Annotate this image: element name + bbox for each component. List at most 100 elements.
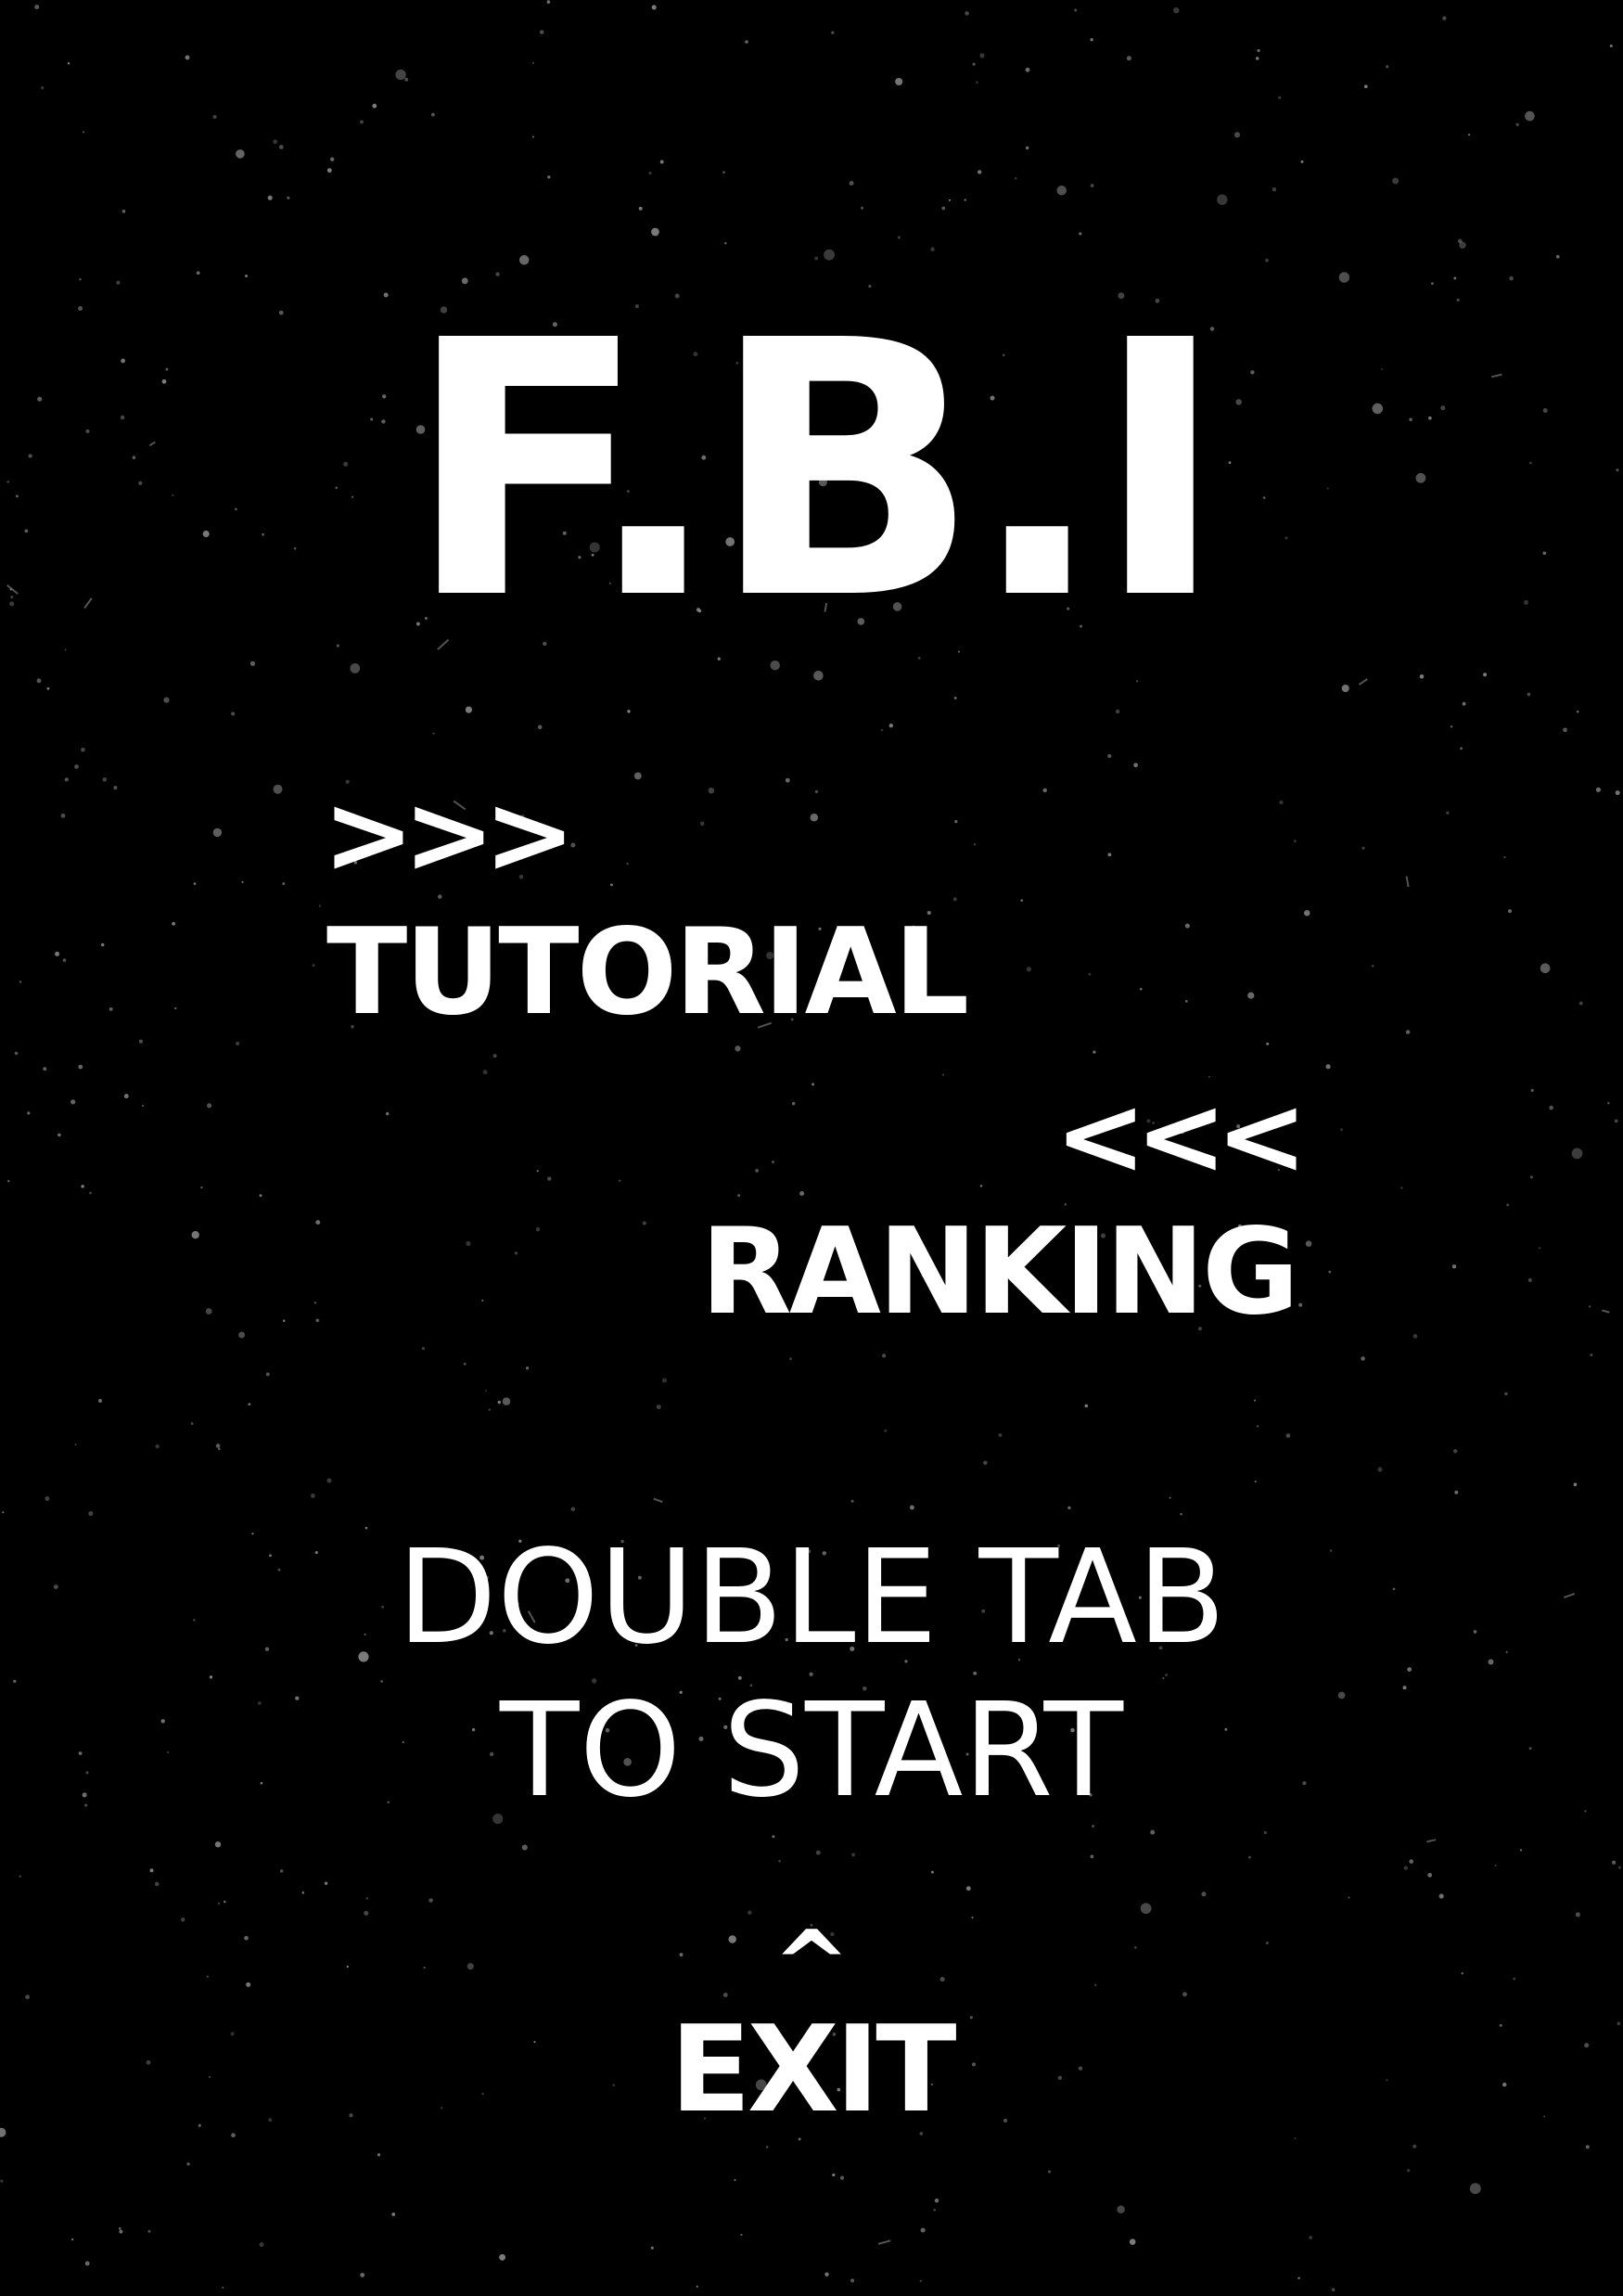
star-speck bbox=[1590, 1353, 1593, 1357]
star-speck bbox=[735, 1045, 741, 1052]
star-speck bbox=[619, 1179, 621, 1182]
star-speck bbox=[909, 1505, 914, 1510]
star-speck bbox=[1609, 44, 1613, 48]
star-speck bbox=[1576, 710, 1579, 713]
exit-option[interactable]: EXIT bbox=[0, 2011, 1623, 2130]
star-speck bbox=[36, 678, 42, 684]
star-speck bbox=[965, 11, 969, 16]
star-speck bbox=[482, 1070, 488, 1075]
star-speck bbox=[1117, 2205, 1125, 2214]
star-streak bbox=[1426, 1839, 1437, 1843]
star-speck bbox=[1341, 684, 1349, 693]
star-speck bbox=[1079, 232, 1082, 236]
star-speck bbox=[1377, 1467, 1383, 1472]
star-speck bbox=[364, 1910, 369, 1916]
start-prompt[interactable]: DOUBLE TAB TO START bbox=[0, 1521, 1623, 1828]
star-speck bbox=[1201, 1892, 1207, 1897]
star-speck bbox=[67, 61, 70, 65]
star-speck bbox=[1014, 176, 1017, 180]
star-speck bbox=[1361, 846, 1365, 850]
star-speck bbox=[1371, 964, 1374, 968]
star-speck bbox=[1254, 1481, 1257, 1483]
star-speck bbox=[1453, 276, 1457, 280]
star-speck bbox=[1305, 1240, 1312, 1248]
star-speck bbox=[185, 55, 190, 60]
star-streak bbox=[1405, 876, 1410, 888]
star-speck bbox=[273, 139, 278, 145]
star-speck bbox=[747, 1910, 752, 1916]
star-speck bbox=[948, 199, 952, 201]
star-speck bbox=[1427, 1872, 1433, 1878]
star-speck bbox=[463, 1362, 466, 1366]
star-speck bbox=[1184, 999, 1188, 1003]
star-speck bbox=[315, 1220, 321, 1225]
star-speck bbox=[609, 883, 613, 887]
star-speck bbox=[1506, 1203, 1510, 1207]
star-speck bbox=[978, 170, 982, 174]
star-speck bbox=[395, 69, 406, 81]
star-speck bbox=[570, 842, 576, 848]
star-speck bbox=[141, 1104, 145, 1108]
star-speck bbox=[1247, 992, 1255, 999]
star-speck bbox=[651, 227, 659, 237]
star-speck bbox=[941, 206, 946, 211]
star-speck bbox=[1615, 790, 1620, 796]
star-speck bbox=[514, 1251, 518, 1255]
star-speck bbox=[1494, 1864, 1497, 1866]
star-speck bbox=[849, 181, 854, 186]
star-speck bbox=[481, 1299, 484, 1302]
star-speck bbox=[431, 112, 435, 117]
star-speck bbox=[1405, 1030, 1411, 1034]
star-speck bbox=[1135, 680, 1139, 683]
star-speck bbox=[386, 1111, 390, 1116]
star-speck bbox=[810, 814, 819, 822]
star-speck bbox=[815, 1850, 821, 1855]
star-speck bbox=[1454, 1490, 1459, 1494]
star-speck bbox=[1074, 8, 1078, 12]
tutorial-option[interactable]: TUTORIAL bbox=[326, 914, 969, 1033]
star-speck bbox=[1180, 1513, 1182, 1516]
star-speck bbox=[648, 171, 652, 175]
star-speck bbox=[745, 40, 748, 44]
star-speck bbox=[1133, 763, 1138, 768]
star-speck bbox=[236, 149, 245, 159]
star-speck bbox=[785, 777, 790, 783]
star-speck bbox=[1457, 238, 1463, 244]
star-speck bbox=[1392, 177, 1399, 185]
star-speck bbox=[58, 1133, 61, 1137]
game-start-screen[interactable]: F.B.I >>> TUTORIAL <<< RANKING DOUBLE TA… bbox=[0, 0, 1623, 2296]
star-speck bbox=[1460, 747, 1463, 750]
star-speck bbox=[1328, 1270, 1332, 1274]
star-speck bbox=[983, 1460, 988, 1466]
star-speck bbox=[1184, 923, 1190, 929]
ranking-option[interactable]: RANKING bbox=[700, 1213, 1299, 1332]
star-speck bbox=[1527, 692, 1531, 697]
star-speck bbox=[626, 863, 629, 866]
star-speck bbox=[1139, 987, 1143, 991]
star-speck bbox=[391, 2213, 396, 2216]
star-speck bbox=[1419, 674, 1425, 679]
star-speck bbox=[492, 1054, 497, 1058]
star-speck bbox=[973, 843, 977, 846]
star-speck bbox=[1549, 1105, 1553, 1110]
star-speck bbox=[884, 1429, 888, 1432]
star-speck bbox=[547, 175, 551, 179]
star-speck bbox=[979, 53, 985, 58]
star-speck bbox=[933, 2208, 937, 2212]
star-speck bbox=[301, 1892, 305, 1894]
star-speck bbox=[186, 2162, 190, 2166]
star-speck bbox=[1084, 1404, 1089, 1408]
star-speck bbox=[60, 813, 66, 818]
star-speck bbox=[265, 1372, 270, 1377]
star-speck bbox=[965, 1886, 971, 1892]
star-speck bbox=[1403, 1866, 1408, 1870]
star-speck bbox=[888, 724, 893, 728]
star-speck bbox=[249, 661, 256, 666]
star-speck bbox=[1300, 160, 1304, 163]
star-speck bbox=[766, 2146, 769, 2148]
star-speck bbox=[287, 196, 290, 199]
star-speck bbox=[1515, 122, 1519, 127]
star-speck bbox=[839, 2175, 845, 2180]
star-speck bbox=[191, 1231, 199, 1239]
star-speck bbox=[722, 171, 725, 174]
